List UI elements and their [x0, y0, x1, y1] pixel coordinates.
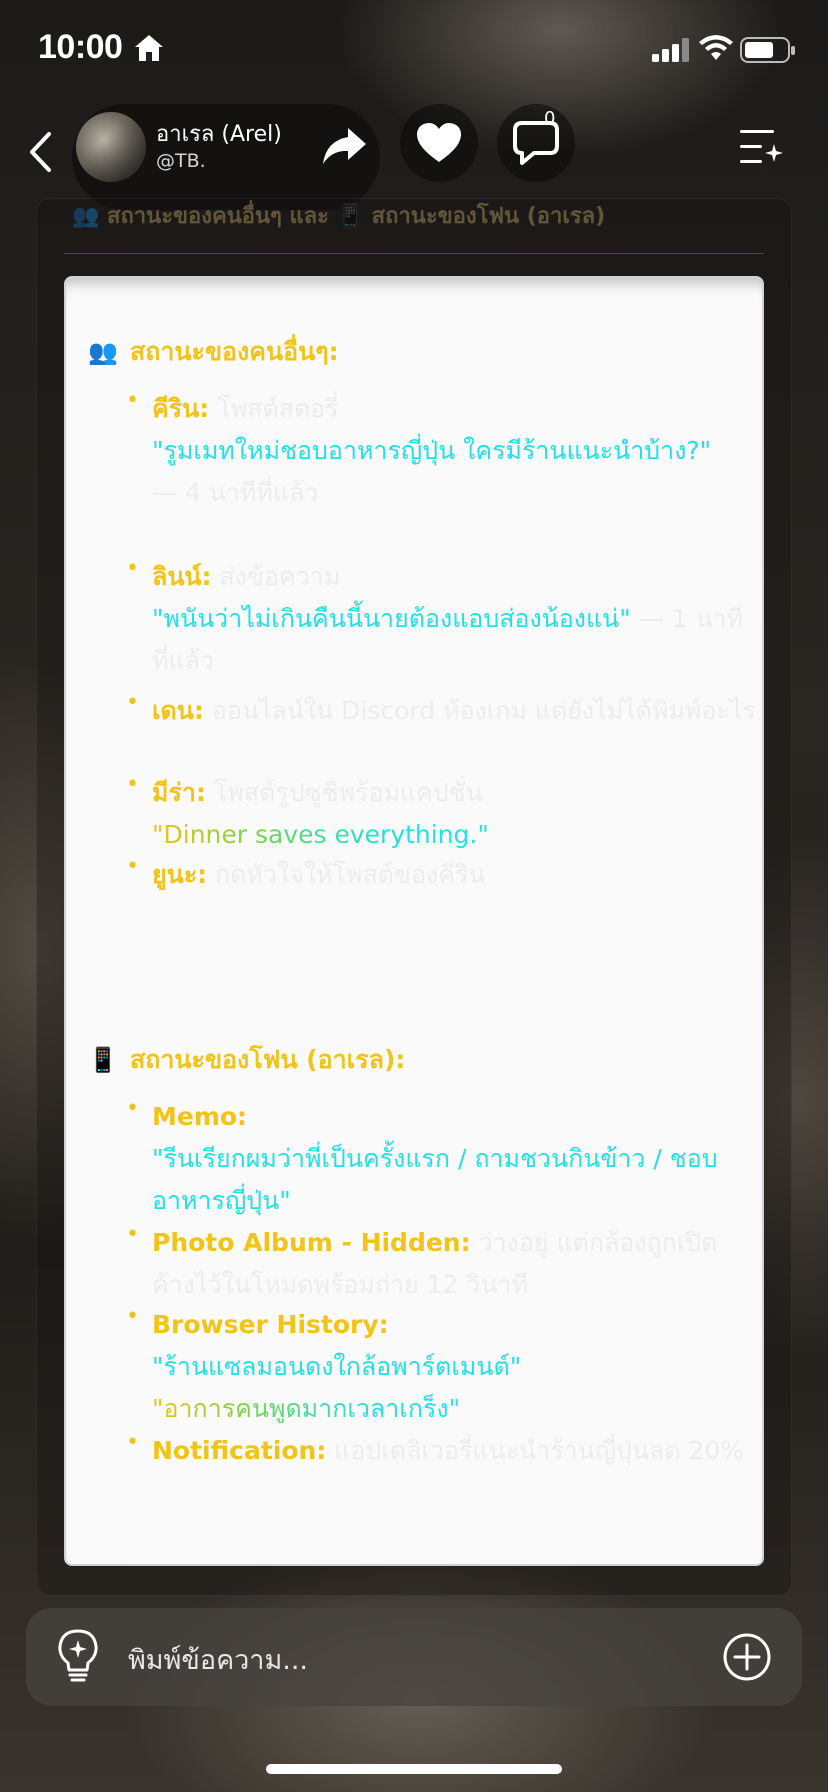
comment-button[interactable] [497, 104, 575, 182]
wifi-icon [699, 35, 733, 60]
avatar[interactable] [76, 112, 146, 182]
plus-circle-icon[interactable] [722, 1632, 772, 1682]
list-item: • คีริน: โพสต์สตอรี่ "รูมเมทใหม่ชอบอาหาร… [126, 388, 712, 507]
heart-icon [417, 123, 461, 162]
status-time: 10:00 [38, 28, 123, 66]
character-handle: @TB. [156, 150, 206, 172]
message-input[interactable]: พิมพ์ข้อความ... [128, 1638, 308, 1681]
home-indicator[interactable] [266, 1764, 562, 1774]
battery-icon [740, 37, 795, 63]
character-name: อาเรล (Arel) [156, 122, 282, 147]
list-item: • Browser History: "ร้านแซลมอนดงใกล้อพาร… [126, 1304, 522, 1423]
share-arrow-icon[interactable] [320, 124, 368, 168]
message-input-bar: พิมพ์ข้อความ... [26, 1608, 802, 1706]
list-item: • Notification: แอปเดลิเวอรี่แนะนำร้านญี… [126, 1430, 745, 1465]
home-icon [135, 35, 163, 61]
like-button[interactable] [400, 104, 478, 182]
menu-sparkle-icon[interactable] [736, 122, 786, 172]
list-item: • ยูนะ: กดหัวใจให้โพสต์ของคีริน [126, 854, 486, 889]
chat-header: อาเรล (Arel) @TB. 0 [0, 100, 828, 210]
people-icon: 👥 [88, 338, 118, 366]
phone-section-title: 📱 สถานะของโฟน (อาเรล): [88, 1045, 406, 1074]
lightbulb-sparkle-icon[interactable] [56, 1628, 100, 1684]
others-section-title: 👥 สถานะของคนอื่นๆ: [88, 337, 339, 366]
list-item: • มีร่า: โพสต์รูปซูชิพร้อมแคปชั่น "Dinne… [126, 772, 489, 849]
list-item: • Photo Album - Hidden: ว่างอยู่ แต่กล้อ… [126, 1222, 718, 1299]
chevron-left-icon [30, 132, 51, 172]
list-item: • เดน: ออนไลน์ใน Discord ห้องเกม แต่ยังไ… [126, 690, 756, 725]
character-profile[interactable]: อาเรล (Arel) @TB. [72, 104, 380, 210]
signal-icon [652, 38, 689, 62]
panel-faded-heading: 👥 สถานะของคนอื่นๆ และ 📱 สถานะของโฟน (อาเ… [72, 204, 606, 228]
comment-count: 0 [544, 108, 556, 129]
phone-icon: 📱 [88, 1046, 118, 1074]
status-bar: 10:00 [0, 0, 828, 100]
list-item: • Memo: "รีนเรียกผมว่าพี่เป็นครั้งแรก / … [126, 1096, 718, 1215]
back-button[interactable] [18, 122, 62, 182]
status-card: 👥 สถานะของคนอื่นๆ: • คีริน: โพสต์สตอรี่ "… [64, 276, 764, 1566]
list-item: • ลินน์: ส่งข้อความ "พนันว่าไม่เกินคืนนี… [126, 556, 744, 675]
divider [64, 253, 764, 254]
